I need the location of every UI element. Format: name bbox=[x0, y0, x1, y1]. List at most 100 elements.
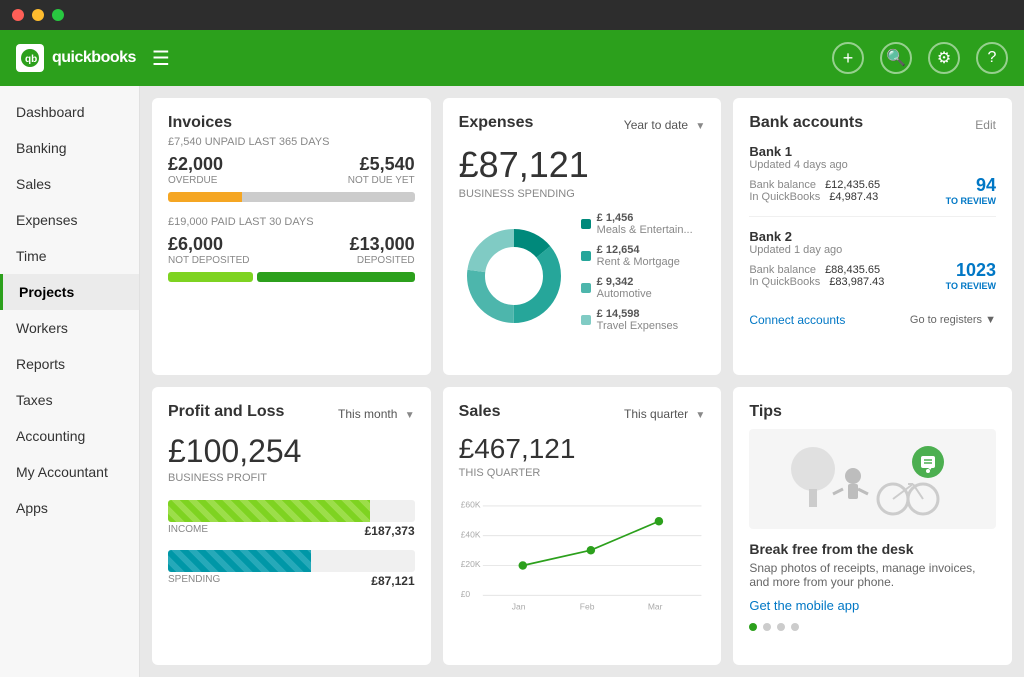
invoices-deposited-bars bbox=[168, 272, 415, 282]
sidebar-item-workers[interactable]: Workers bbox=[0, 310, 139, 346]
tips-cta-link[interactable]: Get the mobile app bbox=[749, 598, 859, 613]
hamburger-menu[interactable]: ☰ bbox=[152, 46, 170, 71]
settings-button[interactable]: ⚙ bbox=[928, 42, 960, 74]
pnl-header: Profit and Loss This month ▼ bbox=[168, 403, 415, 425]
pnl-spending-bar-container bbox=[168, 550, 415, 572]
tips-card-desc: Snap photos of receipts, manage invoices… bbox=[749, 561, 996, 589]
bank-actions: Connect accounts Go to registers ▼ bbox=[749, 313, 996, 327]
pnl-subtitle: BUSINESS PROFIT bbox=[168, 472, 415, 484]
legend-item-3: £ 14,598 Travel Expenses bbox=[581, 308, 706, 332]
chart-point-feb bbox=[586, 545, 595, 554]
pnl-card: Profit and Loss This month ▼ £100,254 BU… bbox=[152, 387, 431, 666]
bank-1-item: Bank 1 Updated 4 days ago Bank balance £… bbox=[749, 144, 996, 217]
svg-text:Mar: Mar bbox=[647, 601, 662, 611]
sales-title: Sales bbox=[459, 403, 501, 421]
sidebar-item-sales[interactable]: Sales bbox=[0, 166, 139, 202]
maximize-button[interactable] bbox=[52, 9, 64, 21]
pnl-income-row: INCOME £187,373 bbox=[168, 500, 415, 538]
sidebar-item-accounting[interactable]: Accounting bbox=[0, 418, 139, 454]
bank-2-qb-balance: £83,987.43 bbox=[829, 276, 884, 288]
connect-accounts-link[interactable]: Connect accounts bbox=[749, 313, 845, 327]
sidebar-item-apps[interactable]: Apps bbox=[0, 490, 139, 526]
invoices-deposited: £13,000 DEPOSITED bbox=[350, 234, 415, 266]
minimize-button[interactable] bbox=[32, 9, 44, 21]
svg-text:Feb: Feb bbox=[579, 601, 594, 611]
sidebar-item-reports[interactable]: Reports bbox=[0, 346, 139, 382]
pnl-spending-row: SPENDING £87,121 bbox=[168, 550, 415, 588]
bank-edit-link[interactable]: Edit bbox=[975, 118, 996, 132]
sales-chart: £60K £40K £20K £0 bbox=[459, 487, 706, 627]
tips-dot-4[interactable] bbox=[791, 623, 799, 631]
svg-text:£60K: £60K bbox=[460, 499, 480, 509]
pnl-income-labels: INCOME £187,373 bbox=[168, 524, 415, 538]
bank-2-review[interactable]: 1023 TO REVIEW bbox=[946, 260, 996, 291]
content-grid: Invoices £7,540 UNPAID LAST 365 DAYS £2,… bbox=[140, 86, 1024, 677]
search-button[interactable]: 🔍 bbox=[880, 42, 912, 74]
sidebar-item-time[interactable]: Time bbox=[0, 238, 139, 274]
app: qb quickbooks ☰ + 🔍 ⚙ ? Dashboard Bankin… bbox=[0, 30, 1024, 677]
legend-text-1: £ 12,654 Rent & Mortgage bbox=[597, 244, 680, 268]
legend-amount-3: £ 14,598 bbox=[597, 308, 679, 320]
bank-2-bank-balance: £88,435.65 bbox=[825, 264, 880, 276]
svg-text:Jan: Jan bbox=[511, 601, 525, 611]
legend-label-0: Meals & Entertain... bbox=[597, 224, 693, 236]
bank-1-name: Bank 1 bbox=[749, 144, 996, 159]
svg-text:qb: qb bbox=[25, 54, 37, 65]
header-left: qb quickbooks ☰ bbox=[16, 44, 170, 72]
invoices-notdue-label: NOT DUE YET bbox=[348, 175, 415, 186]
bank-2-name: Bank 2 bbox=[749, 229, 996, 244]
bank-2-qb-label: In QuickBooks bbox=[749, 276, 820, 288]
bank-1-qb-balance: £4,987.43 bbox=[829, 191, 878, 203]
bar-notdeposited bbox=[168, 272, 253, 282]
bank-1-updated: Updated 4 days ago bbox=[749, 159, 996, 171]
expenses-period-arrow: ▼ bbox=[695, 121, 705, 132]
expenses-donut-row: £ 1,456 Meals & Entertain... £ 12,654 Re… bbox=[459, 212, 706, 340]
tips-dot-3[interactable] bbox=[777, 623, 785, 631]
sidebar-item-banking[interactable]: Banking bbox=[0, 130, 139, 166]
tips-title: Tips bbox=[749, 403, 996, 421]
bank-2-review-count: 1023 bbox=[946, 260, 996, 281]
svg-text:£20K: £20K bbox=[460, 559, 480, 569]
sidebar-item-dashboard[interactable]: Dashboard bbox=[0, 94, 139, 130]
invoices-deposited-row: £6,000 NOT DEPOSITED £13,000 DEPOSITED bbox=[168, 234, 415, 266]
legend-label-2: Automotive bbox=[597, 288, 652, 300]
expenses-period-selector[interactable]: Year to date ▼ bbox=[624, 118, 706, 132]
invoices-overdue-bar bbox=[168, 192, 415, 202]
bank-2-item: Bank 2 Updated 1 day ago Bank balance £8… bbox=[749, 229, 996, 301]
legend-dot-1 bbox=[581, 251, 591, 261]
tips-dot-1[interactable] bbox=[749, 623, 757, 631]
sidebar-item-my-accountant[interactable]: My Accountant bbox=[0, 454, 139, 490]
sidebar-item-projects[interactable]: Projects bbox=[0, 274, 139, 310]
pnl-period: This month bbox=[338, 407, 397, 421]
legend-label-3: Travel Expenses bbox=[597, 320, 679, 332]
close-button[interactable] bbox=[12, 9, 24, 21]
pnl-spending-label: SPENDING bbox=[168, 574, 220, 588]
legend-item-0: £ 1,456 Meals & Entertain... bbox=[581, 212, 706, 236]
legend-amount-2: £ 9,342 bbox=[597, 276, 652, 288]
chart-point-jan bbox=[518, 561, 527, 570]
bank-1-review[interactable]: 94 TO REVIEW bbox=[946, 175, 996, 206]
legend-text-0: £ 1,456 Meals & Entertain... bbox=[597, 212, 693, 236]
pnl-title: Profit and Loss bbox=[168, 403, 284, 421]
sidebar-item-expenses[interactable]: Expenses bbox=[0, 202, 139, 238]
bank-2-balance-rows: Bank balance £88,435.65 In QuickBooks £8… bbox=[749, 264, 884, 288]
titlebar bbox=[0, 0, 1024, 30]
expenses-amount: £87,121 bbox=[459, 144, 706, 186]
tips-dot-2[interactable] bbox=[763, 623, 771, 631]
go-to-registers-link[interactable]: Go to registers ▼ bbox=[910, 314, 996, 326]
bank-1-qb-balance-row: In QuickBooks £4,987.43 bbox=[749, 191, 880, 203]
logo-icon: qb bbox=[16, 44, 44, 72]
invoices-unpaid-label: £7,540 UNPAID LAST 365 DAYS bbox=[168, 136, 415, 148]
invoices-paid-label: £19,000 PAID LAST 30 DAYS bbox=[168, 216, 415, 228]
bar-notdue bbox=[242, 192, 415, 202]
sidebar-item-taxes[interactable]: Taxes bbox=[0, 382, 139, 418]
add-button[interactable]: + bbox=[832, 42, 864, 74]
sales-amount: £467,121 bbox=[459, 433, 706, 465]
pnl-period-selector[interactable]: This month ▼ bbox=[338, 407, 415, 421]
bank-1-review-label: TO REVIEW bbox=[946, 196, 996, 206]
invoices-notdeposited: £6,000 NOT DEPOSITED bbox=[168, 234, 250, 266]
pnl-spending-bar bbox=[168, 550, 311, 572]
help-button[interactable]: ? bbox=[976, 42, 1008, 74]
svg-text:£0: £0 bbox=[460, 588, 470, 598]
sales-period-selector[interactable]: This quarter ▼ bbox=[624, 407, 705, 421]
